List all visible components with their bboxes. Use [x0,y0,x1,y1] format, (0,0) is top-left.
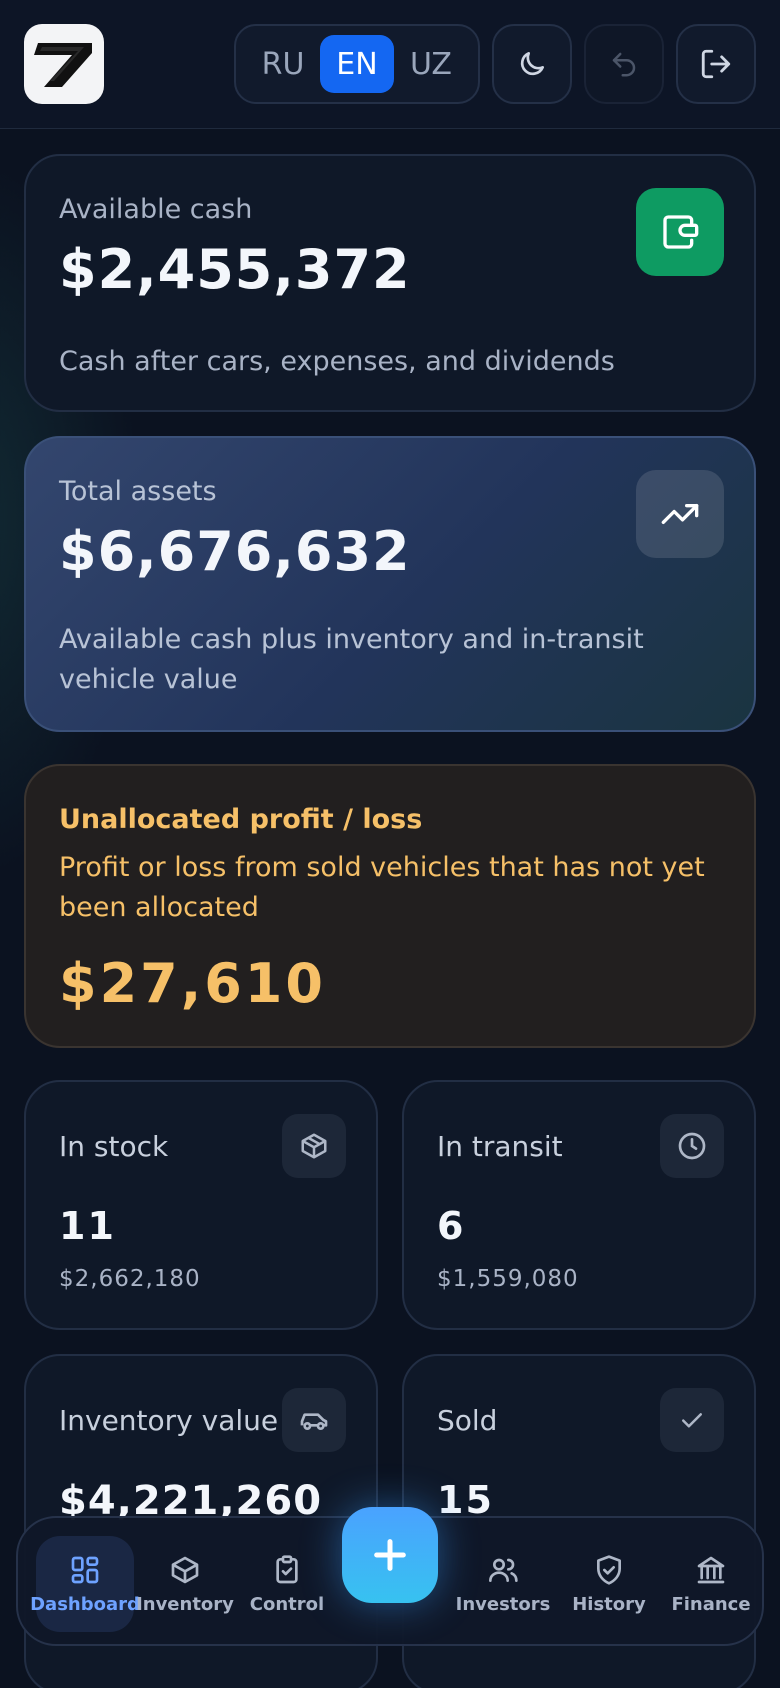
nav-inventory-label: Inventory [136,1593,234,1615]
wallet-icon-box [636,188,724,276]
top-bar: RU EN UZ [0,0,780,129]
nav-history[interactable]: History [560,1536,658,1632]
lang-en-button[interactable]: EN [320,35,394,93]
sold-label: Sold [437,1404,498,1437]
nav-dashboard-label: Dashboard [30,1593,140,1615]
sold-icon-box [660,1388,724,1452]
nav-investors[interactable]: Investors [448,1536,558,1632]
bank-icon [697,1556,725,1583]
available-cash-description: Cash after cars, expenses, and dividends [59,346,615,377]
box-icon [301,1133,327,1159]
total-assets-label: Total assets [59,476,217,507]
total-assets-value: $6,676,632 [59,520,411,583]
add-button[interactable] [342,1507,438,1603]
in-stock-icon-box [282,1114,346,1178]
box-icon [171,1556,199,1583]
check-icon [682,1413,702,1428]
nav-inventory[interactable]: Inventory [136,1536,234,1632]
lang-uz-button[interactable]: UZ [394,35,468,93]
in-transit-count: 6 [437,1204,466,1248]
nav-dashboard[interactable]: Dashboard [30,1536,140,1632]
clipboard-check-icon [276,1554,298,1583]
language-switcher: RU EN UZ [234,24,480,104]
undo-icon [612,52,636,77]
nav-finance-label: Finance [671,1593,751,1615]
logo-mark-icon [34,43,92,87]
nav-investors-label: Investors [455,1593,551,1615]
in-stock-amount: $2,662,180 [59,1266,201,1292]
available-cash-value: $2,455,372 [59,238,411,301]
available-cash-label: Available cash [59,194,253,225]
moon-icon [520,52,544,76]
logout-button[interactable] [676,24,756,104]
inventory-value-label: Inventory value [59,1404,279,1437]
unallocated-description: Profit or loss from sold vehicles that h… [59,852,705,923]
in-stock-label: In stock [59,1130,169,1163]
trending-up-icon [661,504,699,524]
dashboard-icon [71,1556,99,1583]
lang-ru-button[interactable]: RU [246,35,320,93]
trending-icon-box [636,470,724,558]
shield-check-icon [597,1554,621,1585]
in-stock-card[interactable]: In stock 11 $2,662,180 [24,1080,378,1330]
nav-history-label: History [572,1593,646,1615]
nav-finance[interactable]: Finance [662,1536,760,1632]
available-cash-card: Available cash $2,455,372 Cash after car… [24,154,756,412]
in-transit-icon-box [660,1114,724,1178]
in-transit-card[interactable]: In transit 6 $1,559,080 [402,1080,756,1330]
unallocated-profit-card: Unallocated profit / loss Profit or loss… [24,764,756,1048]
in-stock-count: 11 [59,1204,116,1248]
in-transit-amount: $1,559,080 [437,1266,579,1292]
nav-control[interactable]: Control [238,1536,336,1632]
app-logo[interactable] [24,24,104,104]
total-assets-description: Available cash plus inventory and in-tra… [59,624,644,695]
clock-icon [678,1132,706,1160]
logout-icon [701,49,731,79]
theme-toggle-button[interactable] [492,24,572,104]
users-icon [489,1558,518,1582]
car-icon [300,1413,328,1430]
plus-icon [374,1539,406,1571]
unallocated-value: $27,610 [59,952,326,1015]
in-transit-label: In transit [437,1130,563,1163]
wallet-icon [663,215,699,249]
unallocated-title: Unallocated profit / loss [59,804,423,835]
total-assets-card: Total assets $6,676,632 Available cash p… [24,436,756,732]
nav-control-label: Control [249,1593,325,1615]
undo-button[interactable] [584,24,664,104]
inventory-value-icon-box [282,1388,346,1452]
